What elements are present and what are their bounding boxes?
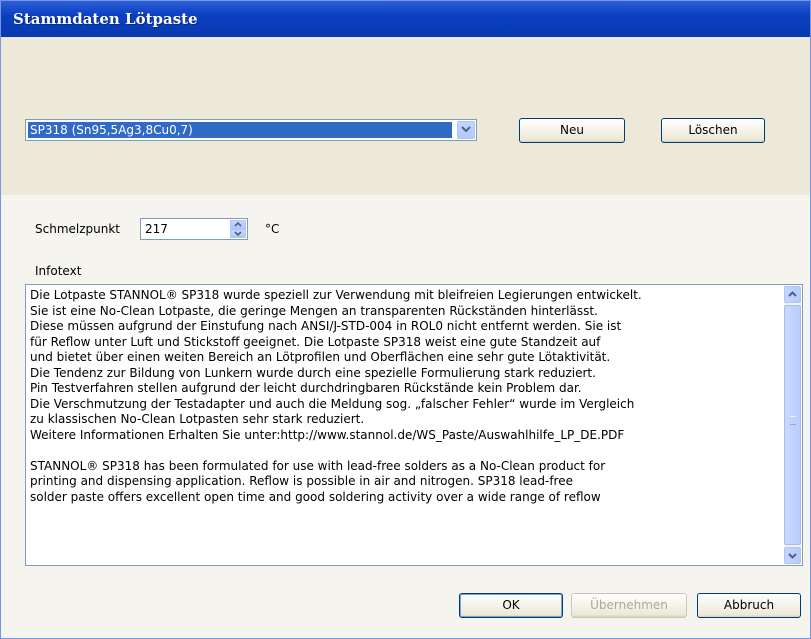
infotext-line: Die Lotpaste STANNOL® SP318 wurde spezie…	[30, 288, 642, 302]
solder-paste-selected-value: SP318 (Sn95,5Ag3,8Cu0,7)	[28, 122, 452, 138]
solder-paste-select[interactable]: SP318 (Sn95,5Ag3,8Cu0,7)	[25, 119, 477, 141]
new-button[interactable]: Neu	[519, 118, 625, 143]
cancel-button[interactable]: Abbruch	[697, 593, 801, 618]
infotext-line	[30, 443, 778, 459]
window-title: Stammdaten Lötpaste	[13, 10, 198, 28]
melting-point-label: Schmelzpunkt	[35, 222, 121, 236]
melting-point-unit: °C	[265, 222, 280, 236]
title-bar[interactable]: Stammdaten Lötpaste	[1, 1, 810, 37]
scroll-thumb[interactable]	[784, 305, 801, 545]
scroll-down-button[interactable]	[784, 547, 801, 564]
infotext-line: solder paste offers excellent open time …	[30, 489, 601, 504]
infotext-line: und bietet über einen weiten Bereich an …	[30, 350, 611, 364]
selection-panel	[1, 37, 810, 195]
melting-point-spinner[interactable]: 217	[140, 218, 248, 240]
melting-point-value: 217	[145, 222, 168, 236]
dialog-window: Stammdaten Lötpaste SP318 (Sn95,5Ag3,8Cu…	[0, 0, 811, 639]
spin-up-button[interactable]	[230, 220, 246, 229]
chevron-down-icon	[234, 231, 242, 236]
infotext-line: Pin Testverfahren stellen aufgrund der l…	[30, 381, 582, 395]
infotext-label: Infotext	[35, 264, 82, 278]
vertical-scrollbar[interactable]	[784, 286, 801, 564]
grip-icon	[790, 416, 796, 425]
infotext-line: Weitere Informationen Erhalten Sie unter…	[30, 427, 625, 442]
infotext-line: Die Verschmutzung der Testadapter und au…	[30, 396, 635, 411]
chevron-up-icon	[788, 291, 797, 297]
dropdown-button[interactable]	[457, 121, 475, 139]
infotext-area[interactable]: Die Lotpaste STANNOL® SP318 wurde spezie…	[25, 284, 803, 566]
chevron-up-icon	[234, 222, 242, 227]
spin-down-button[interactable]	[230, 229, 246, 238]
infotext-content: Die Lotpaste STANNOL® SP318 wurde spezie…	[30, 288, 778, 505]
infotext-line: Die Tendenz zur Bildung von Lunkern wurd…	[30, 365, 596, 380]
chevron-down-icon	[461, 126, 471, 133]
infotext-line: printing and dispensing application. Ref…	[30, 474, 573, 488]
delete-button[interactable]: Löschen	[661, 118, 765, 143]
infotext-line: Diese müssen aufgrund der Einstufung nac…	[30, 319, 622, 333]
infotext-line: für Reflow unter Luft und Stickstoff gee…	[30, 334, 601, 349]
infotext-line: STANNOL® SP318 has been formulated for u…	[30, 458, 606, 473]
infotext-line: Sie ist eine No-Clean Lotpaste, die geri…	[30, 303, 598, 318]
ok-button[interactable]: OK	[459, 593, 563, 618]
infotext-line: zu klassischen No-Clean Lotpasten sehr s…	[30, 412, 365, 426]
apply-button[interactable]: Übernehmen	[571, 593, 687, 618]
chevron-down-icon	[788, 553, 797, 559]
scroll-up-button[interactable]	[784, 286, 801, 303]
